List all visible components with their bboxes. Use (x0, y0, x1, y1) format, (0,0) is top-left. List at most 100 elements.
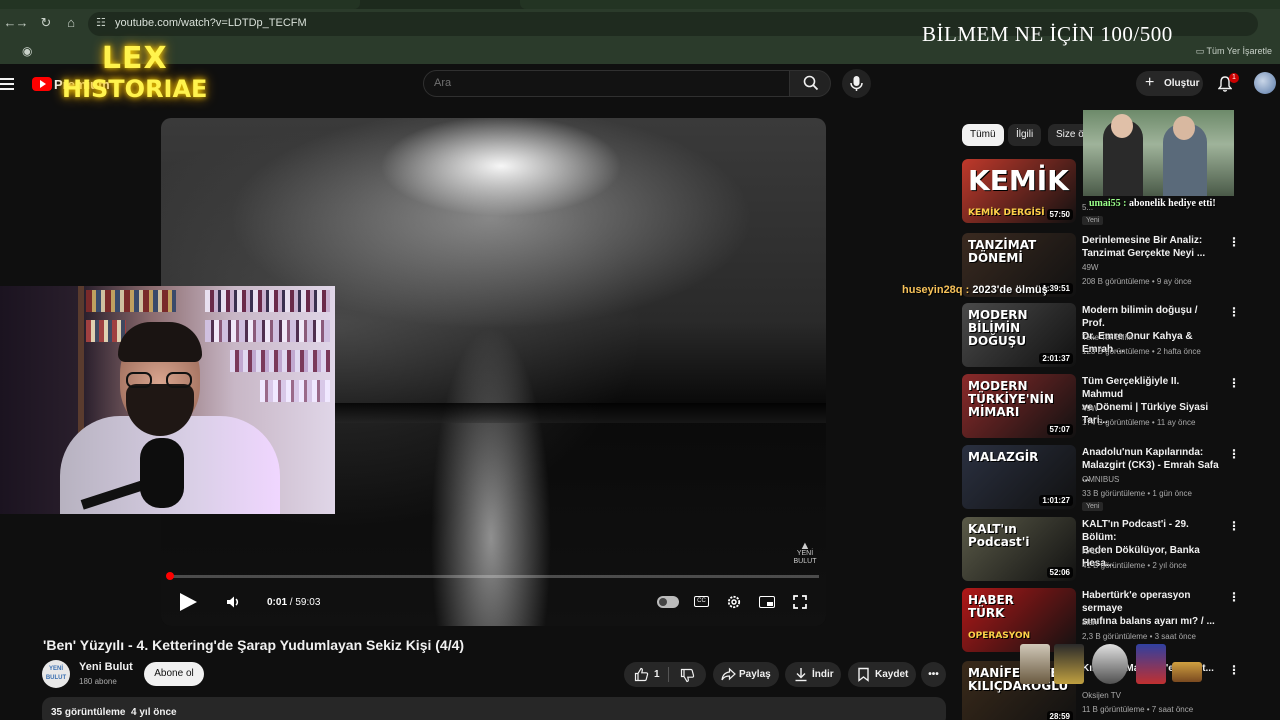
related-video-meta: 2,3 B görüntüleme • 3 saat önce (1082, 632, 1196, 641)
chat-user: huseyin28q : (902, 284, 970, 296)
more-options-icon[interactable]: ⋮ (1228, 235, 1240, 249)
youtube-logo-icon[interactable] (32, 77, 52, 91)
more-options-icon[interactable]: ⋮ (1228, 663, 1240, 677)
voice-search-button[interactable] (842, 69, 871, 98)
related-video-title[interactable]: Habertürk'e operasyon sermaye sınıfına b… (1082, 589, 1222, 628)
view-count-and-age: 35 görüntüleme 4 yıl önce (51, 707, 177, 718)
book-cover (1054, 644, 1084, 684)
forward-icon[interactable]: → (12, 13, 32, 33)
scrubber-handle[interactable] (166, 572, 174, 580)
autoplay-toggle[interactable] (657, 596, 679, 608)
chip-all[interactable]: Tümü (962, 124, 1004, 146)
fullscreen-icon[interactable] (792, 594, 808, 610)
upload-age: 4 yıl önce (131, 707, 177, 718)
thumbnail-title-text: MODERN TÜRKİYE'NİN MİMARI (968, 379, 1055, 419)
related-video-channel[interactable]: alan (1082, 618, 1097, 627)
related-video-thumbnail[interactable]: MALAZGİR 1:01:27 (962, 445, 1076, 509)
related-video-channel[interactable]: 49W (1082, 404, 1098, 413)
related-video-thumbnail[interactable]: MODERN BİLİMİN DOĞUŞU 2:01:37 (962, 303, 1076, 367)
channel-watermark[interactable]: ▲ YENİ BULUT (791, 541, 819, 568)
bookmark-chrome-icon[interactable]: ◉ (22, 44, 32, 58)
books-row (260, 380, 330, 402)
more-options-icon[interactable]: ⋮ (1228, 376, 1240, 390)
download-icon (795, 668, 807, 682)
plus-icon: + (1145, 74, 1155, 91)
related-video-channel[interactable]: OMNIBUS (1082, 475, 1119, 484)
thumbnail-subtitle-text: OPERASYON (968, 631, 1031, 641)
more-actions-button[interactable]: ••• (921, 662, 946, 687)
miniplayer-icon[interactable] (759, 596, 775, 608)
settings-gear-icon[interactable] (726, 594, 742, 610)
related-video-thumbnail[interactable]: HABER TÜRK OPERASYON (962, 588, 1076, 652)
home-icon[interactable]: ⌂ (61, 13, 81, 33)
related-video-channel[interactable]: KALT (1082, 547, 1101, 556)
more-options-icon[interactable]: ⋮ (1228, 305, 1240, 319)
related-video-channel[interactable]: Teke Tek Bilim (1082, 333, 1133, 342)
search-input[interactable] (423, 70, 790, 97)
stream-goal-title: BİLMEM NE İÇİN 100/500 (922, 22, 1173, 46)
related-video-title[interactable]: Derinlemesine Bir Analiz: Tanzimat Gerçe… (1082, 234, 1222, 260)
logo-line-1: LEX (101, 41, 168, 76)
more-options-icon[interactable]: ⋮ (1228, 447, 1240, 461)
share-label: Paylaş (739, 669, 771, 680)
thumbnail-title-text: MODERN BİLİMİN DOĞUŞU (968, 308, 1028, 348)
video-title: 'Ben' Yüzyılı - 4. Kettering'de Şarap Yu… (43, 637, 465, 653)
download-label: İndir (812, 669, 834, 680)
books-row (86, 290, 176, 312)
save-button[interactable]: Kaydet (848, 662, 916, 687)
notification-count-badge: 1 (1229, 73, 1239, 83)
account-avatar[interactable] (1254, 72, 1276, 94)
books-row (205, 290, 330, 312)
related-video-channel[interactable]: 49W (1082, 263, 1098, 272)
video-duration-badge: 2:01:37 (1039, 353, 1073, 364)
video-duration-badge: 57:07 (1046, 424, 1073, 435)
subtitles-icon[interactable]: CC (694, 596, 709, 607)
chip-related[interactable]: İlgili (1008, 124, 1042, 146)
channel-avatar[interactable]: YENİ BULUT (42, 660, 70, 688)
search-icon (803, 75, 819, 91)
thumbs-up-icon[interactable] (634, 667, 649, 682)
site-settings-icon[interactable]: ☷ (96, 16, 110, 30)
current-time: 0:01 (267, 597, 288, 608)
related-video-meta: 123 B görüntüleme • 2 hafta önce (1082, 347, 1201, 356)
all-bookmarks-label: Tüm Yer İşaretle (1206, 46, 1272, 56)
book-cover (1136, 644, 1166, 684)
url-text[interactable]: youtube.com/watch?v=LDTDp_TECFM (115, 17, 307, 29)
related-video-channel[interactable]: Oksijen TV (1082, 691, 1121, 700)
like-count[interactable]: 1 (654, 662, 660, 687)
more-options-icon[interactable]: ⋮ (1228, 519, 1240, 533)
thumbnail-title-text: MALAZGİR (968, 450, 1039, 464)
hamburger-menu-icon[interactable] (0, 75, 16, 93)
bookmark-icon (858, 667, 869, 682)
thumbnail-subtitle-text: KEMİK DERGİSİ (968, 208, 1045, 218)
volume-icon[interactable] (225, 594, 241, 610)
subscriber-count: 180 abone (79, 677, 117, 686)
related-video-thumbnail[interactable]: MODERN TÜRKİYE'NİN MİMARI 57:07 (962, 374, 1076, 438)
channel-name[interactable]: Yeni Bulut (79, 661, 133, 673)
browser-tab[interactable] (0, 0, 360, 9)
like-divider (668, 667, 669, 682)
chat-message-overlay: huseyin28q : 2023'de ölmüş (902, 284, 1048, 296)
thumbnail-title-text: KALT'ın Podcast'i (968, 522, 1030, 549)
related-video-thumbnail[interactable]: KALT'ın Podcast'i 52:06 (962, 517, 1076, 581)
thumbnail-title-text: HABER TÜRK (968, 593, 1014, 620)
more-options-icon[interactable]: ⋮ (1228, 590, 1240, 604)
gift-alert-text: umai55 : abonelik hediye etti! (1089, 198, 1216, 209)
share-button[interactable]: Paylaş (713, 662, 779, 687)
time-display: 0:01 / 59:03 (267, 597, 321, 608)
all-bookmarks-folder[interactable]: ▭ Tüm Yer İşaretle (1196, 46, 1272, 57)
thumbnail-title-text: TANZİMAT DÖNEMİ (968, 238, 1037, 265)
related-video-meta: 41 B görüntüleme • 2 yıl önce (1082, 561, 1187, 570)
download-button[interactable]: İndir (785, 662, 841, 687)
thumbs-down-icon[interactable] (680, 668, 695, 683)
play-icon[interactable] (180, 593, 197, 611)
progress-bar[interactable] (169, 575, 819, 578)
description-box[interactable] (42, 697, 946, 720)
reload-icon[interactable]: ↻ (36, 13, 56, 33)
search-placeholder: Ara (434, 77, 452, 89)
subscribe-button[interactable]: Abone ol (144, 662, 204, 686)
related-video-thumbnail[interactable]: KEMİK KEMİK DERGİSİ 57:50 (962, 159, 1076, 223)
duration: 59:03 (295, 597, 321, 608)
video-duration-badge: 1:01:27 (1039, 495, 1073, 506)
related-video-meta: 208 B görüntüleme • 9 ay önce (1082, 277, 1192, 286)
